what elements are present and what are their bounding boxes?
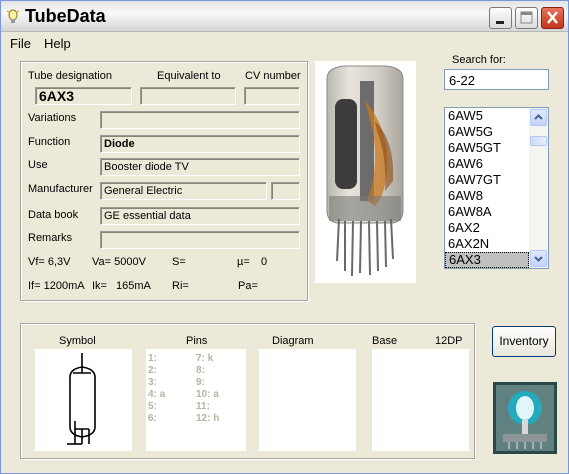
pins-label: Pins (186, 335, 208, 347)
diagram-panel (259, 349, 356, 451)
maximize-button[interactable] (515, 7, 538, 29)
pin-label: 6: (148, 413, 157, 424)
tube-list-item[interactable]: 6AW6 (445, 156, 529, 172)
pin-label: 1: (148, 353, 157, 364)
databook-field[interactable]: GE essential data (100, 207, 300, 225)
title-bar[interactable]: TubeData (1, 1, 568, 32)
close-button[interactable] (541, 7, 564, 29)
tube-designation-label: Tube designation (28, 70, 112, 82)
base-label: Base (372, 335, 398, 347)
chevron-down-icon (534, 256, 543, 262)
tube-photo (315, 61, 416, 283)
search-label: Search for: (452, 54, 506, 66)
remarks-label: Remarks (28, 232, 73, 244)
tube-logo-image (493, 382, 557, 454)
manufacturer-code-field[interactable] (271, 182, 300, 200)
scroll-up-button[interactable] (530, 109, 547, 126)
tube-list-item[interactable]: 6AW8A (445, 204, 529, 220)
close-icon (547, 11, 558, 24)
tube-listbox[interactable]: 6AW5 6AW5G 6AW5GT 6AW6 6AW7GT 6AW8 6AW8A 6AX2 6A… (444, 107, 549, 269)
use-field[interactable]: Booster diode TV (100, 158, 300, 176)
scroll-down-button[interactable] (530, 250, 547, 267)
diagram-label: Diagram (272, 335, 314, 347)
base-value: 12DP (435, 335, 463, 347)
tube-list-item[interactable]: 6AX2N (445, 236, 529, 252)
menu-bar: File Help (1, 33, 568, 53)
pin-label: 12: h (196, 413, 220, 424)
cv-number-field[interactable] (244, 87, 300, 105)
chevron-up-icon (534, 114, 543, 120)
symbol-panel (35, 349, 132, 451)
pin-label: 3: (148, 377, 157, 388)
function-label: Function (28, 136, 71, 148)
pin-label: 8: (196, 365, 205, 376)
equivalent-label: Equivalent to (157, 70, 221, 82)
tube-list-item[interactable]: 6AX2 (445, 220, 529, 236)
ik-value: 165mA (116, 280, 151, 292)
tube-list-item[interactable]: 6AW5GT (445, 140, 529, 156)
tube-list-item[interactable]: 6AW8 (445, 188, 529, 204)
manufacturer-label: Manufacturer (28, 183, 93, 195)
pin-label: 11: (196, 401, 210, 412)
variations-label: Variations (28, 112, 77, 124)
window-title: TubeData (25, 6, 106, 26)
variations-field[interactable] (100, 111, 300, 129)
list-scrollbar[interactable] (529, 108, 548, 268)
tube-list-item[interactable]: 6AX3 (445, 252, 529, 268)
pin-label: 4: a (148, 389, 166, 400)
manufacturer-field[interactable]: General Electric (100, 182, 267, 200)
databook-label: Data book (28, 209, 79, 221)
va-value: Va= 5000V (92, 256, 146, 268)
remarks-field[interactable] (100, 231, 300, 249)
ik-label: Ik= (92, 280, 107, 292)
inventory-button[interactable]: Inventory (492, 326, 556, 357)
mu-label: µ= (237, 256, 250, 268)
tube-app-icon (6, 9, 20, 23)
tube-designation-field[interactable]: 6AX3 (35, 87, 132, 105)
if-value: If= 1200mA (28, 280, 85, 292)
cv-number-label: CV number (245, 70, 301, 82)
minimize-button[interactable] (489, 7, 512, 29)
pin-label: 10: a (196, 389, 219, 400)
scroll-thumb[interactable] (530, 136, 547, 146)
ri-value: Ri= (172, 280, 189, 292)
vf-value: Vf= 6,3V (28, 256, 71, 268)
pa-value: Pa= (238, 280, 258, 292)
symbol-label: Symbol (59, 335, 96, 347)
pins-panel: 1: 2: 3: 4: a 5: 6: 7: k 8: 9: 10: a 11: 12: h (146, 349, 246, 451)
diode-symbol (67, 353, 96, 445)
menu-file[interactable]: File (10, 36, 31, 51)
mu-value: 0 (261, 256, 268, 268)
pin-label: 7: k (196, 353, 214, 364)
tube-list-item[interactable]: 6AW5 (445, 108, 529, 124)
tube-list-item[interactable]: 6AW5G (445, 124, 529, 140)
use-label: Use (28, 159, 48, 171)
equivalent-field[interactable] (140, 87, 236, 105)
pin-label: 9: (196, 377, 205, 388)
menu-help[interactable]: Help (44, 36, 71, 51)
s-value: S= (172, 256, 186, 268)
app-window: TubeData File Help Tube designation Equi… (0, 0, 569, 474)
pin-label: 2: (148, 365, 157, 376)
tube-list-item[interactable]: 6AW7GT (445, 172, 529, 188)
maximize-icon (520, 11, 533, 24)
minimize-icon (496, 21, 504, 24)
function-field[interactable]: Diode (100, 135, 300, 153)
base-panel (372, 349, 469, 451)
search-input[interactable]: 6-22 (444, 69, 549, 90)
pin-label: 5: (148, 401, 157, 412)
